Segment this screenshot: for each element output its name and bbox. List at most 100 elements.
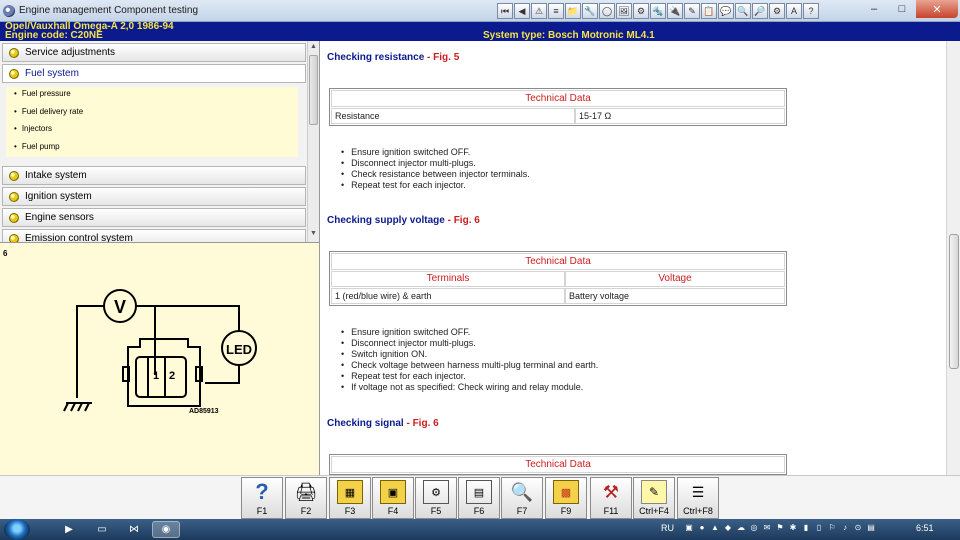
language-indicator[interactable]: RU [661, 523, 674, 533]
toolbar-button-icon[interactable]: 💬 [718, 3, 734, 19]
menu-item-ignition-system[interactable]: Ignition system [2, 187, 306, 206]
tray-app-icon[interactable]: ▤ [866, 522, 876, 532]
engine-app-taskbar-icon[interactable]: ◉ [152, 521, 180, 538]
tray-app-icon[interactable]: ⚑ [775, 522, 785, 532]
network-icon[interactable]: ▮ [801, 522, 811, 532]
toolbar-button-icon[interactable]: 🔎 [752, 3, 768, 19]
toolbar-button-icon[interactable]: ⚠ [531, 3, 547, 19]
list-item: Ensure ignition switched OFF. [341, 327, 598, 338]
toolbar-button-icon[interactable]: ⚙ [633, 3, 649, 19]
fuel-submenu: Fuel pressure Fuel delivery rate Injecto… [6, 87, 298, 157]
app-taskbar-icon[interactable]: ⋈ [120, 521, 148, 538]
explorer-icon[interactable]: ▭ [88, 521, 116, 538]
tray-app-icon[interactable]: ⊙ [853, 522, 863, 532]
toolbar-button-icon[interactable]: ≡ [548, 3, 564, 19]
technical-data-table: Technical Data [329, 454, 787, 475]
media-player-icon[interactable]: ▶ [55, 521, 83, 538]
clock[interactable]: 6:51 [916, 523, 934, 533]
window-title: Engine management Component testing [19, 5, 199, 16]
bullet-icon [9, 233, 19, 242]
vehicle-header: Opel/Vauxhall Omega-A 2,0 1986-94 Engine… [0, 21, 960, 41]
toolbar-button-icon[interactable]: A [786, 3, 802, 19]
f6-button[interactable]: ▤ F6 [458, 477, 500, 519]
tray-app-icon[interactable]: ▲ [710, 522, 720, 532]
toolbar-button-icon[interactable]: ? [803, 3, 819, 19]
menu-item-fuel-system[interactable]: Fuel system [2, 64, 306, 83]
technical-data-table: Technical Data Terminals Voltage 1 (red/… [329, 251, 787, 306]
system-type: System type: Bosch Motronic ML4.1 [483, 30, 655, 41]
toolbar-button-icon[interactable]: ⏮ [497, 3, 513, 19]
section-title-resistance: Checking resistance - Fig. 5 [327, 52, 460, 63]
menu-item-intake-system[interactable]: Intake system [2, 166, 306, 185]
tray-app-icon[interactable]: ▣ [684, 522, 694, 532]
start-button[interactable] [4, 519, 30, 540]
list-item: Repeat test for each injector. [341, 180, 530, 191]
f5-button[interactable]: ⚙ F5 [415, 477, 457, 519]
f9-button[interactable]: ▩ F9 [545, 477, 587, 519]
steps-list: Ensure ignition switched OFF. Disconnect… [341, 147, 530, 191]
toolbar-button-icon[interactable]: 📁 [565, 3, 581, 19]
paste-icon: ▣ [380, 480, 406, 504]
list-item: Disconnect injector multi-plugs. [341, 158, 530, 169]
scroll-up-icon[interactable]: ▲ [310, 43, 317, 50]
menu-panel: Service adjustments Fuel system Fuel pre… [0, 41, 320, 242]
list-icon: ☰ [691, 483, 705, 500]
menu-item-service-adjustments[interactable]: Service adjustments [2, 43, 306, 62]
toolbar-button-icon[interactable]: ◯ [599, 3, 615, 19]
toolbar-button-icon[interactable]: ⚙ [769, 3, 785, 19]
close-button[interactable]: ✕ [916, 0, 958, 18]
title-bar: Engine management Component testing ⏮ ◀ ⚠ ≡… [0, 0, 960, 22]
submenu-item-fuel-delivery-rate[interactable]: Fuel delivery rate [14, 107, 83, 116]
menu-scrollbar[interactable]: ▲ ▼ [307, 41, 319, 242]
toolbar-button-icon[interactable]: ✎ [684, 3, 700, 19]
injector-wiring-diagram: V LED 1 2 [63, 289, 257, 412]
table-caption: Technical Data [331, 456, 785, 473]
f1-help-button[interactable]: ? F1 [241, 477, 283, 519]
list-item: Ensure ignition switched OFF. [341, 147, 530, 158]
content-scrollbar[interactable] [946, 41, 960, 475]
f2-print-button[interactable]: 🖨 F2 [285, 477, 327, 519]
submenu-item-fuel-pump[interactable]: Fuel pump [14, 142, 60, 151]
toolbar-button-icon[interactable]: ◀ [514, 3, 530, 19]
submenu-item-fuel-pressure[interactable]: Fuel pressure [14, 89, 71, 98]
engine-code: Engine code: C20NE [5, 30, 103, 41]
tray-app-icon[interactable]: ☁ [736, 522, 746, 532]
tray-app-icon[interactable]: ✱ [788, 522, 798, 532]
toolbar-button-icon[interactable]: 🖼 [616, 3, 632, 19]
scroll-down-icon[interactable]: ▼ [310, 230, 317, 237]
volume-icon[interactable]: ♪ [840, 522, 850, 532]
battery-icon[interactable]: ▯ [814, 522, 824, 532]
tray-app-icon[interactable]: ◆ [723, 522, 733, 532]
section-title-signal: Checking signal - Fig. 6 [327, 418, 439, 429]
f3-button[interactable]: ▦ F3 [329, 477, 371, 519]
technical-data-table: Technical Data Resistance 15-17 Ω [329, 88, 787, 126]
maximize-button[interactable]: □ [888, 0, 916, 18]
f4-button[interactable]: ▣ F4 [372, 477, 414, 519]
tools-icon: ⚒ [602, 481, 620, 502]
toolbar-button-icon[interactable]: 📋 [701, 3, 717, 19]
toolbar-button-icon[interactable]: 🔩 [650, 3, 666, 19]
f11-button[interactable]: ⚒ F11 [590, 477, 632, 519]
bullet-icon [9, 212, 19, 223]
ctrl-f4-button[interactable]: ✎ Ctrl+F4 [633, 477, 675, 519]
content-area: Checking resistance - Fig. 5 Technical D… [321, 41, 946, 475]
flag-icon[interactable]: ⚐ [827, 522, 837, 532]
toolbar-button-icon[interactable]: 🔧 [582, 3, 598, 19]
table-row: Resistance 15-17 Ω [331, 108, 785, 124]
tray-app-icon[interactable]: ◎ [749, 522, 759, 532]
tray-app-icon[interactable]: ✉ [762, 522, 772, 532]
f7-zoom-button[interactable]: 🔍 F7 [501, 477, 543, 519]
bullet-icon [9, 68, 19, 79]
section-title-supply-voltage: Checking supply voltage - Fig. 6 [327, 215, 480, 226]
menu-item-engine-sensors[interactable]: Engine sensors [2, 208, 306, 227]
svg-text:1: 1 [153, 370, 159, 382]
tray-app-icon[interactable]: ● [697, 522, 707, 532]
minimize-button[interactable]: – [860, 0, 888, 18]
menu-item-emission-control[interactable]: Emission control system [2, 229, 306, 242]
toolbar-button-icon[interactable]: 🔌 [667, 3, 683, 19]
ctrl-f8-button[interactable]: ☰ Ctrl+F8 [677, 477, 719, 519]
submenu-item-injectors[interactable]: Injectors [14, 124, 52, 133]
menu-scroll-thumb[interactable] [309, 55, 318, 125]
content-scroll-thumb[interactable] [949, 234, 959, 369]
toolbar-button-icon[interactable]: 🔍 [735, 3, 751, 19]
